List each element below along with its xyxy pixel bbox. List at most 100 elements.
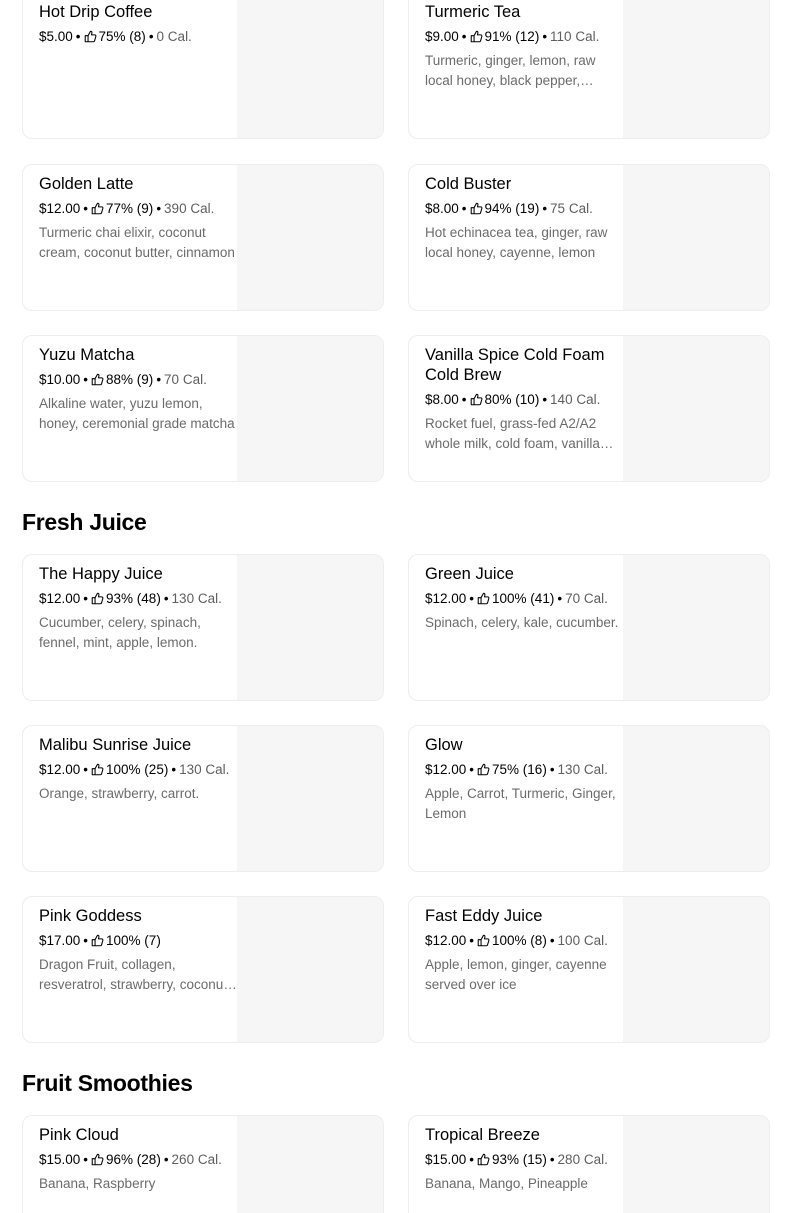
item-rating: 96% (28) [106, 1152, 161, 1167]
thumbs-up-icon [91, 201, 104, 215]
separator-dot: • [156, 372, 162, 387]
item-info: Fast Eddy Juice $12.00 • 100% (8) • 100 Cal. A… [425, 897, 625, 995]
menu-item-card[interactable]: Green Juice $12.00 • 100% (41) • 70 Cal. Spina… [408, 554, 770, 701]
thumbs-up-icon [84, 29, 97, 43]
item-info: Hot Drip Coffee $5.00 • 75% (8) • 0 Cal. [39, 0, 239, 47]
item-name: Tropical Breeze [425, 1126, 540, 1144]
item-calories: 280 Cal. [557, 1152, 608, 1167]
item-description: Apple, lemon, ginger, cayenne served ove… [425, 957, 607, 992]
separator-dot: • [75, 29, 81, 44]
menu-item-card[interactable]: Turmeric Tea $9.00 • 91% (12) • 110 Cal. Turme… [408, 0, 770, 139]
thumbs-up-icon [477, 591, 490, 605]
item-rating: 75% (16) [492, 762, 547, 777]
separator-dot: • [461, 29, 467, 44]
item-info: Cold Buster $8.00 • 94% (19) • 75 Cal. Hot ech… [425, 165, 625, 263]
item-rating: 100% (41) [492, 591, 555, 606]
item-price: $8.00 [425, 201, 459, 216]
item-price: $12.00 [39, 762, 81, 777]
item-price: $12.00 [39, 201, 81, 216]
item-meta: $17.00 • 100% (7) [39, 931, 239, 951]
menu-item-card[interactable]: Pink Goddess $17.00 • 100% (7) Dragon Fruit,… [22, 896, 384, 1043]
menu-item-card[interactable]: Golden Latte $12.00 • 77% (9) • 390 Cal. Turme… [22, 164, 384, 311]
item-info: Golden Latte $12.00 • 77% (9) • 390 Cal. Turme… [39, 165, 239, 263]
item-name: Yuzu Matcha [39, 346, 135, 364]
item-price: $12.00 [425, 591, 467, 606]
item-price: $12.00 [425, 933, 467, 948]
separator-dot: • [549, 933, 555, 948]
item-photo [623, 726, 769, 871]
item-info: Vanilla Spice Cold Foam Cold Brew $8.00 • 8… [425, 336, 625, 454]
item-rating: 100% (7) [106, 933, 161, 948]
separator-dot: • [549, 1152, 555, 1167]
item-description: Hot echinacea tea, ginger, raw local hon… [425, 225, 608, 260]
item-name: Vanilla Spice Cold Foam Cold Brew [425, 346, 605, 384]
item-rating: 100% (25) [106, 762, 169, 777]
item-name: The Happy Juice [39, 565, 163, 583]
item-description: Dragon Fruit, collagen, resveratrol, str… [39, 957, 228, 992]
separator-dot: • [469, 1152, 475, 1167]
item-info: Yuzu Matcha $10.00 • 88% (9) • 70 Cal. Alkalin… [39, 336, 239, 434]
item-photo [237, 1116, 383, 1213]
item-name: Fast Eddy Juice [425, 907, 543, 925]
item-rating: 75% (8) [98, 29, 146, 44]
item-rating: 88% (9) [106, 372, 154, 387]
item-meta: $12.00 • 93% (48) • 130 Cal. [39, 589, 239, 609]
item-photo [237, 165, 383, 310]
separator-dot: • [83, 762, 89, 777]
thumbs-up-icon [470, 29, 483, 43]
thumbs-up-icon [91, 372, 104, 386]
item-photo [623, 555, 769, 700]
item-price: $15.00 [425, 1152, 467, 1167]
item-description: Turmeric chai elixir, coconut cream, coc… [39, 225, 235, 260]
item-rating: 91% (12) [484, 29, 540, 44]
item-meta: $9.00 • 91% (12) • 110 Cal. [425, 27, 625, 47]
item-name: Pink Cloud [39, 1126, 119, 1144]
menu-item-card[interactable]: Pink Cloud $15.00 • 96% (28) • 260 Cal. Banana… [22, 1115, 384, 1213]
menu-item-card[interactable]: Yuzu Matcha $10.00 • 88% (9) • 70 Cal. Alkalin… [22, 335, 384, 482]
item-calories: 70 Cal. [164, 372, 207, 387]
item-calories: 100 Cal. [557, 933, 608, 948]
menu-item-card[interactable]: Malibu Sunrise Juice $12.00 • 100% (25) • 130… [22, 725, 384, 872]
item-rating: 100% (8) [492, 933, 547, 948]
menu-item-card[interactable]: Cold Buster $8.00 • 94% (19) • 75 Cal. Hot ech… [408, 164, 770, 311]
menu-item-card[interactable]: Glow $12.00 • 75% (16) • 130 Cal. Apple, Carro… [408, 725, 770, 872]
item-photo [623, 165, 769, 310]
item-calories: 260 Cal. [171, 1152, 222, 1167]
item-calories: 130 Cal. [171, 591, 222, 606]
section-title-fresh-juice: Fresh Juice [22, 509, 147, 535]
separator-dot: • [549, 762, 555, 777]
item-info: Glow $12.00 • 75% (16) • 130 Cal. Apple, Carro… [425, 726, 625, 824]
item-name: Green Juice [425, 565, 514, 583]
item-calories: 130 Cal. [557, 762, 608, 777]
item-calories: 390 Cal. [164, 201, 215, 216]
item-name: Hot Drip Coffee [39, 3, 153, 21]
thumbs-up-icon [470, 392, 483, 406]
item-meta: $12.00 • 100% (25) • 130 Cal. [39, 760, 239, 780]
thumbs-up-icon [91, 1152, 104, 1166]
item-description: Turmeric, ginger, lemon, raw local honey… [425, 53, 596, 88]
separator-dot: • [163, 591, 169, 606]
item-rating: 93% (48) [106, 591, 161, 606]
menu-item-card[interactable]: The Happy Juice $12.00 • 93% (48) • 130 Cal. C… [22, 554, 384, 701]
item-meta: $8.00 • 94% (19) • 75 Cal. [425, 199, 625, 219]
item-price: $17.00 [39, 933, 81, 948]
item-rating: 93% (15) [492, 1152, 547, 1167]
item-meta: $12.00 • 77% (9) • 390 Cal. [39, 199, 239, 219]
menu-item-card[interactable]: Fast Eddy Juice $12.00 • 100% (8) • 100 Cal. A… [408, 896, 770, 1043]
item-description: Orange, strawberry, carrot. [39, 786, 200, 801]
item-name: Cold Buster [425, 175, 512, 193]
menu-item-card[interactable]: Hot Drip Coffee $5.00 • 75% (8) • 0 Cal. [22, 0, 384, 139]
item-info: The Happy Juice $12.00 • 93% (48) • 130 Cal. C… [39, 555, 239, 653]
separator-dot: • [469, 591, 475, 606]
item-info: Pink Goddess $17.00 • 100% (7) Dragon Fruit,… [39, 897, 239, 995]
menu-item-card[interactable]: Vanilla Spice Cold Foam Cold Brew $8.00 • 8… [408, 335, 770, 482]
item-meta: $12.00 • 75% (16) • 130 Cal. [425, 760, 625, 780]
separator-dot: • [557, 591, 563, 606]
separator-dot: • [83, 372, 89, 387]
menu-item-card[interactable]: Tropical Breeze $15.00 • 93% (15) • 280 Cal. B… [408, 1115, 770, 1213]
item-price: $15.00 [39, 1152, 81, 1167]
item-photo [237, 555, 383, 700]
thumbs-up-icon [91, 933, 104, 947]
item-meta: $12.00 • 100% (8) • 100 Cal. [425, 931, 625, 951]
item-name: Glow [425, 736, 463, 754]
